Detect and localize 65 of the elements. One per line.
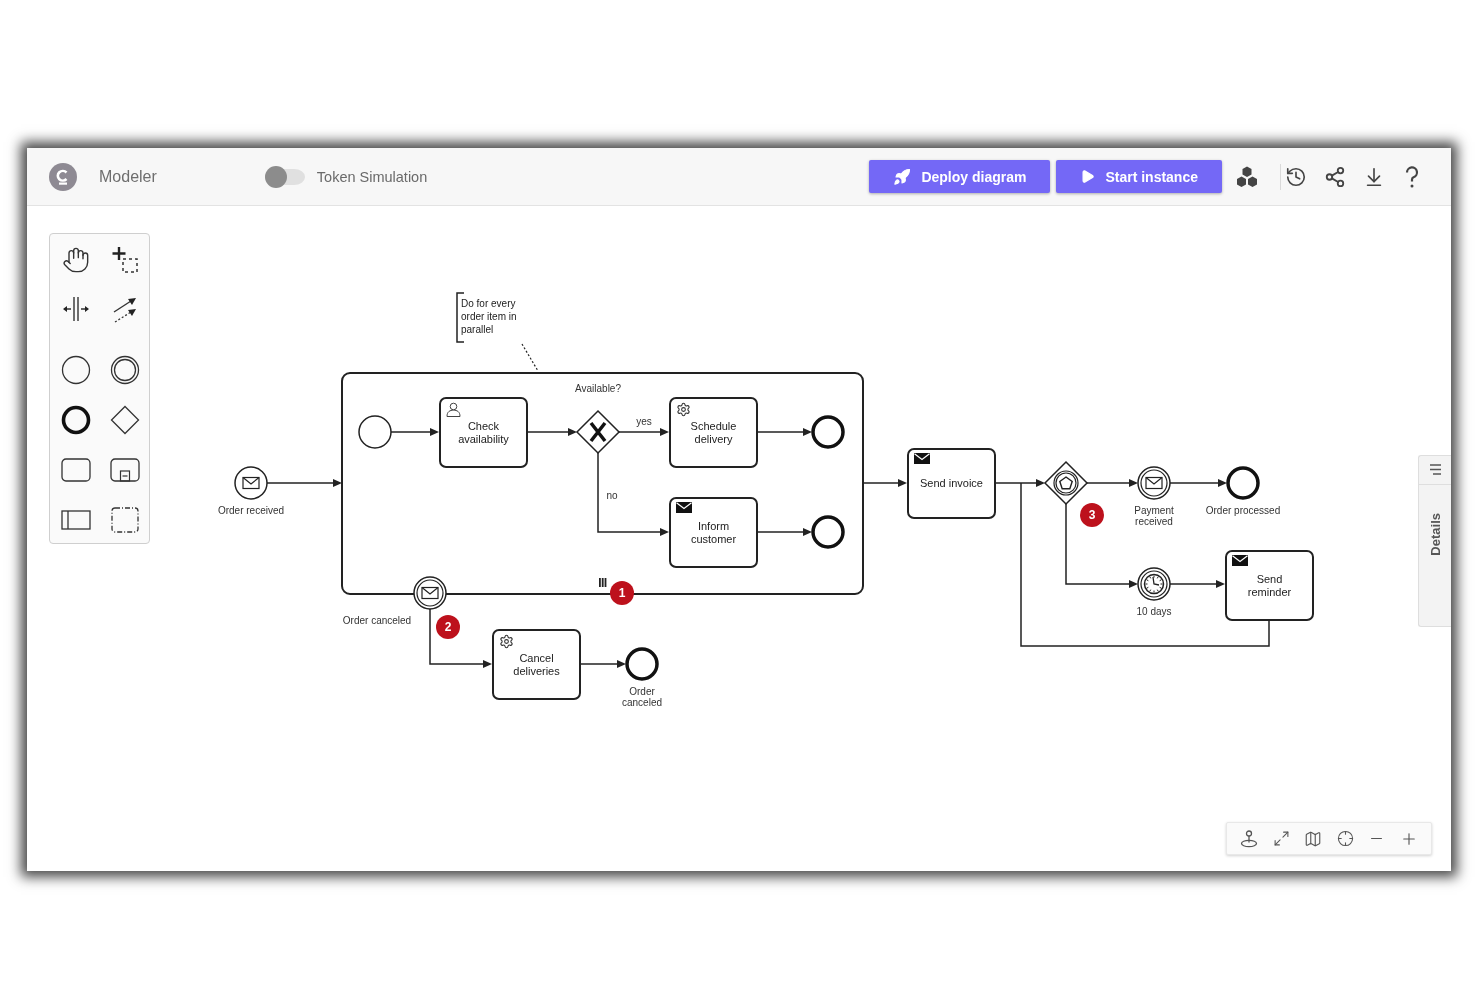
task-label: Inform customer	[689, 519, 738, 546]
flow-arrow	[1169, 479, 1227, 487]
event-label: Order canceled	[342, 615, 412, 626]
share-icon[interactable]	[1324, 165, 1346, 188]
event-label: Payment received	[1133, 505, 1175, 527]
task-label: Schedule delivery	[689, 419, 738, 446]
gear-icon	[676, 402, 691, 417]
history-icon[interactable]	[1285, 165, 1307, 188]
end-event-tool-icon[interactable]	[60, 405, 91, 435]
menu-icon	[1428, 464, 1442, 475]
number-badge: 3	[1080, 503, 1104, 527]
envelope-icon	[1232, 555, 1248, 566]
flow-label: no	[606, 490, 618, 501]
number-badge: 2	[436, 615, 460, 639]
event-label: Order canceled	[621, 686, 663, 708]
details-tab[interactable]: Details	[1418, 455, 1451, 627]
map-icon[interactable]	[1304, 829, 1323, 848]
toggle-switch[interactable]	[264, 165, 305, 188]
task-label: Send invoice	[920, 477, 983, 490]
flow-arrow	[1086, 479, 1138, 487]
end-event	[625, 647, 659, 681]
timer-event	[1137, 567, 1171, 601]
gateway-tool-icon[interactable]	[109, 405, 140, 435]
task-label: Check availability	[457, 419, 510, 446]
envelope-icon	[914, 453, 930, 464]
message-start-event	[234, 466, 268, 500]
end-event	[811, 415, 845, 449]
joystick-icon[interactable]	[1240, 829, 1258, 848]
annotation-text: Do for every order item in parallel	[461, 297, 518, 336]
hexagons-icon[interactable]	[1235, 165, 1259, 188]
start-event	[358, 415, 392, 449]
toggle-label: Token Simulation	[316, 168, 428, 185]
rocket-icon	[893, 167, 912, 186]
pool-tool-icon[interactable]	[60, 510, 91, 530]
hand-tool-icon[interactable]	[61, 245, 90, 274]
user-icon	[446, 402, 461, 417]
exclusive-gateway	[575, 409, 621, 455]
dotted-line	[521, 343, 539, 372]
intermediate-event-tool-icon[interactable]	[109, 355, 140, 385]
play-icon	[1080, 169, 1096, 184]
envelope-icon	[676, 502, 692, 513]
start-button[interactable]: Start instance	[1056, 160, 1222, 193]
logo-icon	[49, 162, 77, 191]
app-name: Modeler	[99, 167, 157, 186]
event-based-gateway	[1043, 460, 1089, 506]
start-event-tool-icon[interactable]	[60, 355, 91, 385]
crosshair-icon[interactable]	[1336, 830, 1354, 847]
event-label: Order processed	[1205, 505, 1281, 516]
end-event	[1226, 466, 1260, 500]
task-tool-icon[interactable]	[60, 458, 91, 482]
number-badge: 1	[610, 581, 634, 605]
group-tool-icon[interactable]	[110, 507, 139, 533]
flow-label: yes	[636, 416, 652, 427]
end-event	[811, 515, 845, 549]
event-label: 10 days	[1136, 606, 1172, 617]
task-label: Send reminder	[1246, 572, 1293, 599]
gear-icon	[499, 634, 514, 649]
subprocess-tool-icon[interactable]	[109, 458, 140, 482]
message-boundary-event	[413, 576, 447, 610]
message-catch-event	[1137, 466, 1171, 500]
expand-icon[interactable]	[1272, 830, 1290, 847]
task-label: Cancel deliveries	[512, 651, 561, 678]
deploy-button[interactable]: Deploy diagram	[869, 160, 1051, 193]
gateway-label: Available?	[575, 383, 621, 394]
event-label: Order received	[217, 505, 285, 516]
